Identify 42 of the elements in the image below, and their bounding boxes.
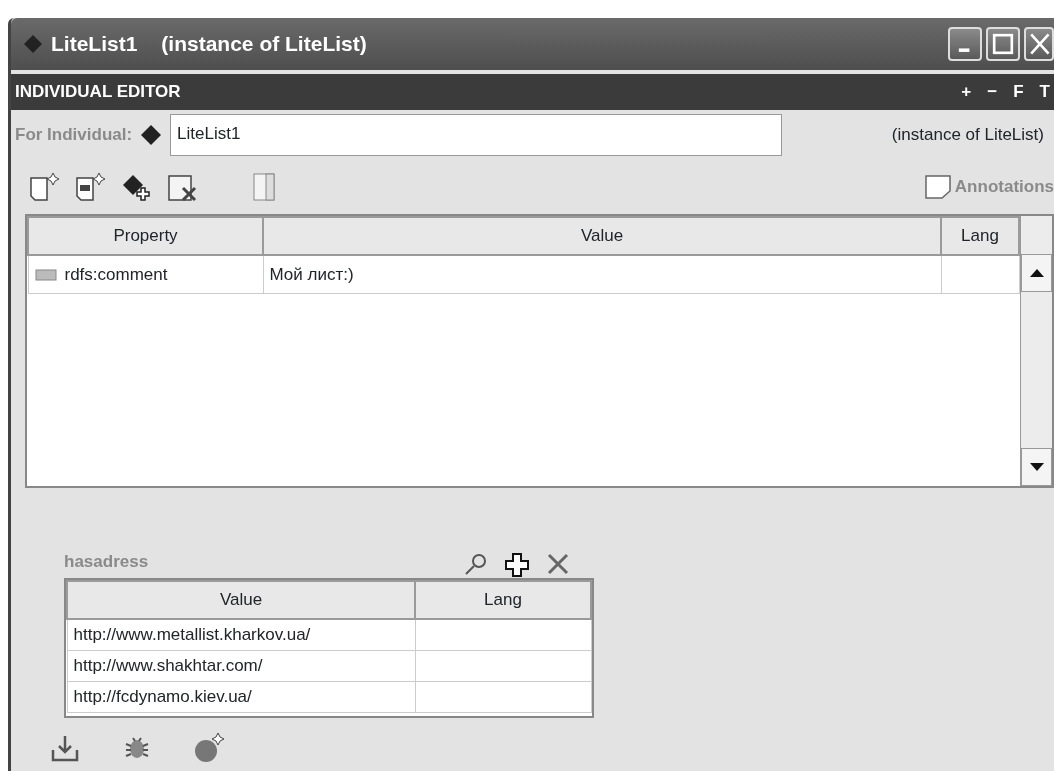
minimize-button[interactable]	[948, 27, 982, 61]
property-icon	[34, 269, 57, 281]
diamond-icon	[140, 124, 163, 146]
scroll-down-button[interactable]	[1021, 448, 1052, 486]
import-icon[interactable]	[51, 734, 81, 762]
table-cell: rdfs:comment	[64, 264, 168, 284]
window-subtitle: (instance of LiteList)	[161, 31, 367, 58]
toolbar-button[interactable]: +	[961, 79, 972, 105]
column-header: Property	[28, 217, 263, 255]
table-cell: http://fcdynamo.kiev.ua/	[67, 681, 415, 712]
scrollbar[interactable]	[1020, 216, 1052, 486]
property-title: hasadress	[64, 550, 149, 573]
note-icon	[924, 175, 951, 199]
delete-icon[interactable]	[546, 552, 570, 576]
instance-label: (instance of LiteList)	[891, 124, 1044, 147]
down-arrow-icon	[1029, 463, 1044, 471]
scroll-up-button[interactable]	[1021, 254, 1052, 292]
column-header: Value	[67, 581, 415, 619]
up-arrow-icon	[1029, 269, 1044, 277]
table-cell: http://www.shakhtar.com/	[67, 650, 415, 681]
editor-title: INDIVIDUAL EDITOR	[15, 81, 181, 104]
add-icon[interactable]	[504, 552, 530, 578]
individual-field[interactable]: LiteList1	[170, 114, 783, 156]
column-header: Lang	[941, 217, 1019, 255]
add-diamond-icon[interactable]	[121, 172, 153, 202]
delete-document-icon[interactable]	[167, 172, 199, 202]
table-cell: http://www.metallist.kharkov.ua/	[67, 619, 415, 650]
window-title: LiteList1	[51, 31, 138, 58]
individual-label: For Individual:	[15, 124, 133, 147]
close-button[interactable]	[1024, 27, 1054, 61]
column-header: Lang	[415, 581, 591, 619]
maximize-button[interactable]	[986, 27, 1020, 61]
table-cell: Мой лист:)	[263, 255, 941, 293]
new-document-icon[interactable]	[75, 172, 107, 202]
diamond-icon	[23, 34, 43, 54]
toolbar-button[interactable]: F	[1013, 79, 1024, 105]
new-document-icon[interactable]	[29, 172, 61, 202]
toolbar-button[interactable]: T	[1039, 79, 1050, 105]
search-icon[interactable]	[464, 552, 488, 576]
toolbar-button[interactable]: −	[987, 79, 998, 105]
new-ball-icon[interactable]	[193, 732, 225, 764]
column-header: Value	[263, 217, 941, 255]
